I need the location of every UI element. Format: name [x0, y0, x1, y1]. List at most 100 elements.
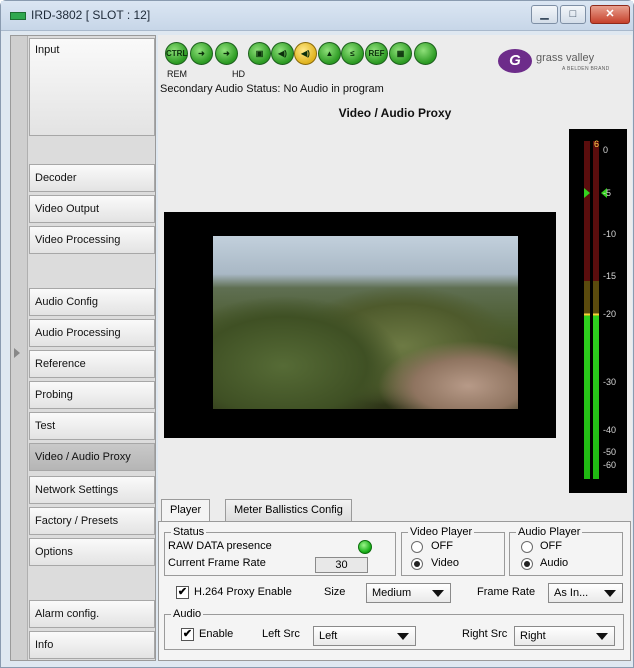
app-window: IRD-3802 [ SLOT : 12] ▁ □ ✕ Input Decode… — [0, 0, 634, 668]
meter-scale-20: -20 — [603, 309, 617, 319]
reference-marker-left-icon — [584, 188, 590, 198]
meter-bar-right — [593, 141, 599, 479]
minimize-button[interactable]: ▁ — [531, 5, 558, 24]
status-group-legend: Status — [173, 526, 205, 538]
chevron-down-icon — [596, 633, 608, 640]
current-frame-rate-label: Current Frame Rate — [168, 557, 266, 569]
audio-lock-icon[interactable]: ▲ — [318, 42, 341, 65]
maximize-button[interactable]: □ — [560, 5, 586, 24]
arrow-right-icon[interactable]: ➜ — [190, 42, 213, 65]
sidebar-item-input[interactable]: Input — [29, 38, 155, 136]
audio-player-audio-label[interactable]: Audio — [540, 557, 568, 569]
hd-caption: HD — [232, 69, 245, 79]
sidebar-item-info[interactable]: Info — [29, 631, 155, 659]
meter-scale-5: -5 — [603, 188, 612, 198]
right-src-select-value: Right — [520, 630, 546, 642]
color-bars-icon[interactable]: ▦ — [389, 42, 412, 65]
meter-scale-0: 0 — [603, 145, 609, 155]
close-button[interactable]: ✕ — [590, 5, 630, 24]
raw-data-status-led-icon — [358, 540, 372, 554]
audio-enable-checkbox[interactable]: ✔ — [181, 628, 194, 641]
sidebar-item-video-output[interactable]: Video Output — [29, 195, 155, 223]
sidebar-item-network-settings[interactable]: Network Settings — [29, 476, 155, 504]
sidebar-item-video-audio-proxy[interactable]: Video / Audio Proxy — [29, 443, 155, 471]
frame-rate-select[interactable]: As In... — [548, 583, 623, 603]
sidebar-item-probing[interactable]: Probing — [29, 381, 155, 409]
audio-player-legend: Audio Player — [518, 526, 581, 538]
main-panel: CTRL ➜ ➜ ▣ ◀) ◀) ▲ ≤ REF ▦ REM HD G gras… — [158, 35, 632, 661]
video-player-video-radio[interactable] — [411, 558, 423, 570]
meter-scale-30: -30 — [603, 377, 617, 387]
meter-scale-50: -50 — [603, 447, 617, 457]
left-src-select[interactable]: Left — [313, 626, 416, 646]
audio-group-legend: Audio — [173, 608, 202, 620]
rem-caption: REM — [167, 69, 187, 79]
sidebar-item-reference[interactable]: Reference — [29, 350, 155, 378]
sidebar: Input Decoder Video Output Video Process… — [10, 35, 156, 661]
chevron-down-icon — [397, 633, 409, 640]
sidebar-item-options[interactable]: Options — [29, 538, 155, 566]
frame-rate-label: Frame Rate — [477, 586, 536, 598]
tab-player[interactable]: Player — [161, 499, 211, 523]
left-src-label: Left Src — [262, 628, 300, 640]
audio-enable-label: Enable — [199, 628, 234, 640]
frame-rate-select-value: As In... — [554, 587, 589, 599]
window-title: IRD-3802 [ SLOT : 12] — [31, 8, 151, 22]
video-player-off-label[interactable]: OFF — [431, 540, 453, 552]
meter-scale-10: -10 — [603, 229, 617, 239]
audio-player-off-label[interactable]: OFF — [540, 540, 562, 552]
audio-level-meter: 6 0 -5 -10 -15 -20 -30 -40 -50 -60 — [569, 129, 627, 493]
video-player-off-radio[interactable] — [411, 541, 423, 553]
app-icon — [10, 12, 26, 20]
arrow-right-icon[interactable]: ➜ — [215, 42, 238, 65]
video-thumbnail — [213, 236, 518, 409]
sidebar-item-decoder[interactable]: Decoder — [29, 164, 155, 192]
logo-mark: G — [498, 49, 532, 73]
tab-panel: Player Meter Ballistics Config Status RA… — [158, 499, 632, 661]
player-tab-content: Status RAW DATA presence Current Frame R… — [158, 521, 631, 661]
sidebar-item-alarm-config[interactable]: Alarm config. — [29, 600, 155, 628]
h264-proxy-enable-checkbox[interactable]: ✔ — [176, 586, 189, 599]
meter-peak-label: 6 — [594, 139, 600, 149]
speaker-icon[interactable]: ◀) — [271, 42, 294, 65]
status-led-icon[interactable] — [414, 42, 437, 65]
page-title: Video / Audio Proxy — [338, 106, 452, 120]
chevron-down-icon — [432, 590, 444, 597]
ctrl-icon[interactable]: CTRL — [165, 42, 188, 65]
size-select[interactable]: Medium — [366, 583, 451, 603]
right-src-select[interactable]: Right — [514, 626, 615, 646]
logo-wordmark: grass valley — [536, 52, 595, 64]
meter-scale-15: -15 — [603, 271, 617, 281]
video-player-legend: Video Player — [410, 526, 473, 538]
sidebar-item-factory-presets[interactable]: Factory / Presets — [29, 507, 155, 535]
status-toolbar: CTRL ➜ ➜ ▣ ◀) ◀) ▲ ≤ REF ▦ REM HD G gras… — [158, 35, 632, 83]
sidebar-item-video-processing[interactable]: Video Processing — [29, 226, 155, 254]
sidebar-collapse-handle[interactable] — [11, 36, 28, 660]
chevron-down-icon — [604, 590, 616, 597]
sidebar-item-audio-config[interactable]: Audio Config — [29, 288, 155, 316]
logo-subtitle: A BELDEN BRAND — [562, 66, 610, 72]
meter-scale-40: -40 — [603, 425, 617, 435]
h264-proxy-enable-label: H.264 Proxy Enable — [194, 586, 292, 598]
expand-arrow-icon — [14, 348, 20, 358]
less-than-icon[interactable]: ≤ — [341, 42, 364, 65]
meter-scale-60: -60 — [603, 460, 617, 470]
grass-valley-logo: G grass valley A BELDEN BRAND — [498, 49, 622, 75]
audio-player-off-radio[interactable] — [521, 541, 533, 553]
video-proxy-display — [164, 212, 556, 438]
secondary-audio-status: Secondary Audio Status: No Audio in prog… — [160, 83, 384, 95]
left-src-select-value: Left — [319, 630, 338, 642]
sidebar-item-test[interactable]: Test — [29, 412, 155, 440]
video-player-video-label[interactable]: Video — [431, 557, 459, 569]
speaker-warning-icon[interactable]: ◀) — [294, 42, 317, 65]
ref-icon[interactable]: REF — [365, 42, 388, 65]
audio-player-audio-radio[interactable] — [521, 558, 533, 570]
right-src-label: Right Src — [462, 628, 508, 640]
size-label: Size — [324, 586, 346, 598]
lock-icon[interactable]: ▣ — [248, 42, 271, 65]
current-frame-rate-value: 30 — [315, 557, 368, 573]
sidebar-item-audio-processing[interactable]: Audio Processing — [29, 319, 155, 347]
tab-meter-ballistics-config[interactable]: Meter Ballistics Config — [225, 499, 352, 521]
raw-data-label: RAW DATA presence — [168, 540, 272, 552]
title-bar[interactable]: IRD-3802 [ SLOT : 12] ▁ □ ✕ — [1, 1, 633, 31]
